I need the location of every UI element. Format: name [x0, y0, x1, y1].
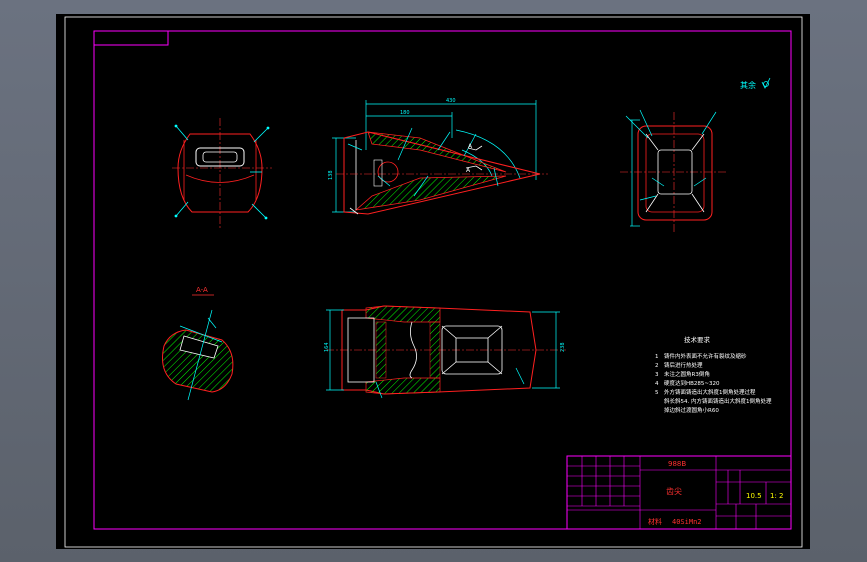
note-4-text: 硬度达到HB285~320 [664, 379, 720, 387]
title-block: 988B 齿尖 材料 40SiMn2 10.5 1: 2 [566, 455, 792, 530]
dim-bottom-height: 164 [324, 342, 330, 352]
note-5-num: 5 [655, 390, 659, 396]
dim-top-height: 138 [328, 170, 334, 180]
note-5-text: 外方铸面铸造出大斜度1倒角处理过程 [664, 388, 756, 396]
note-5-cont-1: 斜长斜54. 内方铸面铸造出大斜度1倒角处理 [664, 397, 772, 405]
section-title: A-A [196, 286, 208, 294]
note-1-num: 1 [655, 354, 659, 360]
dim-bottom-right: 238 [560, 342, 566, 352]
dim-top-partial: 180 [400, 110, 410, 116]
note-5-cont-2: 掉边斜过渡圆角小R60 [664, 406, 719, 414]
dim-top-total: 430 [446, 98, 456, 104]
note-3-text: 未注之圆角R3倒角 [664, 370, 710, 378]
note-2-text: 铸后进行热处理 [664, 361, 703, 369]
notes-heading: 技术要求 [684, 335, 711, 344]
note-2-num: 2 [655, 363, 659, 369]
material-label: 材料 [648, 517, 662, 526]
note-4-num: 4 [655, 381, 659, 387]
scale-value: 1: 2 [770, 492, 784, 500]
drawing-viewport: 其余 430 180 138 A A A-A 164 238 技术要求 1 铸件… [56, 14, 810, 549]
note-3-num: 3 [655, 372, 659, 378]
project-code: 988B [668, 460, 686, 468]
weight-value: 10.5 [746, 492, 762, 500]
surface-finish-note: 其余 [740, 80, 756, 90]
part-name: 齿尖 [666, 486, 682, 496]
material-value: 40SiMn2 [672, 518, 702, 526]
note-1-text: 铸件内外表面不允许有裂纹及缩砂 [664, 352, 747, 360]
